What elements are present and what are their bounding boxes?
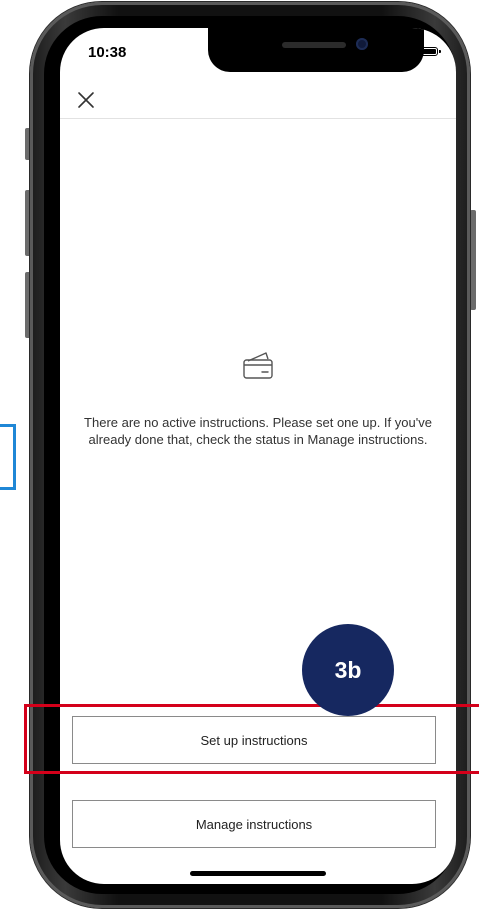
close-icon[interactable] [68, 82, 104, 118]
manage-instructions-button[interactable]: Manage instructions [72, 800, 436, 848]
stage: 10:38 4G There are no active instr [0, 0, 479, 910]
header-divider [60, 118, 456, 119]
home-indicator [190, 871, 326, 876]
side-callout-bracket [0, 424, 16, 490]
highlight-box [24, 704, 479, 774]
card-icon [243, 352, 273, 379]
status-time: 10:38 [88, 44, 127, 61]
step-badge: 3b [302, 624, 394, 716]
speaker-grille [282, 42, 346, 48]
power-button [470, 210, 476, 310]
notch [208, 28, 424, 72]
empty-state-message: There are no active instructions. Please… [84, 415, 432, 447]
empty-state: There are no active instructions. Please… [60, 348, 456, 448]
front-camera [356, 38, 368, 50]
